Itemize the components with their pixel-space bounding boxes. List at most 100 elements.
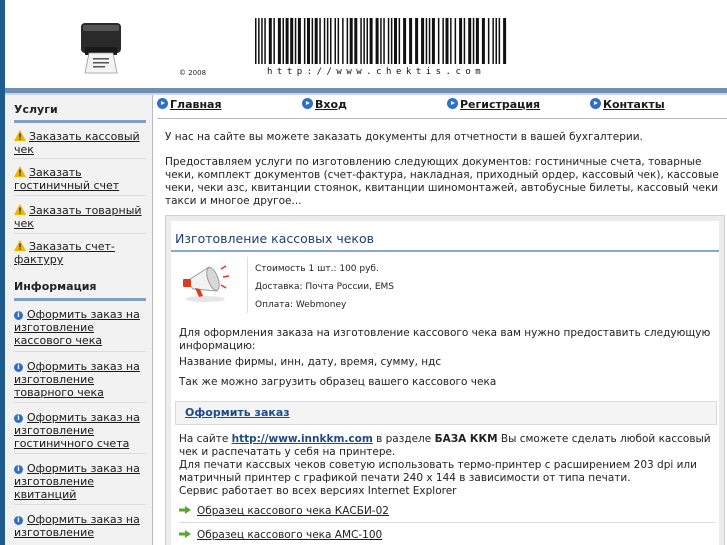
sample-divider (179, 522, 715, 523)
barcode-bar (342, 18, 344, 64)
nav-home[interactable]: Главная (157, 98, 222, 111)
barcode-bar (437, 18, 440, 64)
barcode-bar (375, 18, 379, 64)
fields-text: Название фирмы, инн, дату, время, сумму,… (179, 356, 442, 368)
sidebar-divider (14, 402, 146, 403)
site-mid: в разделе (376, 433, 432, 445)
arrow-circle-icon (302, 98, 313, 109)
sidebar-link[interactable]: Оформить заказ на изготовление квитанций (14, 462, 140, 501)
barcode-bar (282, 18, 284, 64)
sample-link[interactable]: Образец кассового чека КАСБИ-02 (197, 505, 389, 517)
barcode-bar (258, 18, 260, 64)
barcode-bar (297, 18, 301, 64)
arrow-circle-icon (447, 98, 458, 109)
barcode-bar (481, 18, 485, 64)
sidebar-link[interactable]: Заказать товарный чек (14, 204, 142, 230)
sample-link[interactable]: Образец кассового чека АМС-100 (197, 529, 382, 541)
innkkm-link[interactable]: http://www.innkkm.com (232, 433, 373, 445)
barcode-bar (255, 18, 257, 64)
sidebar-link[interactable]: Оформить заказ на изготовление кассового… (14, 308, 140, 347)
site-info-text: На сайте http://www.innkkm.com в разделе… (179, 433, 719, 459)
nav-register[interactable]: Регистрация (447, 98, 540, 111)
barcode-bar (277, 18, 281, 64)
sidebar-divider (14, 453, 146, 454)
sample-item[interactable]: Образец кассового чека АМС-100 (179, 529, 382, 541)
site-prefix: На сайте (179, 433, 229, 445)
barcode-bar (268, 18, 272, 64)
barcode-bar (425, 18, 428, 64)
product-box-inner: Изготовление кассовых чеков Стоимость 1 … (171, 221, 719, 545)
barcode-bar (369, 18, 373, 64)
browser-note-text: Сервис работает во всех версиях Internet… (179, 485, 457, 497)
nav-login[interactable]: Вход (302, 98, 347, 111)
sidebar-link[interactable]: Заказать кассовый чек (14, 130, 140, 156)
top-nav: Главная Вход Регистрация Контакты (157, 98, 727, 116)
barcode-bar (294, 18, 297, 64)
green-arrow-icon (179, 530, 191, 538)
sidebar-link[interactable]: Оформить заказ на изготовление товарного… (14, 360, 140, 399)
sidebar-link[interactable]: Оформить заказ на изготовление гостиничн… (14, 411, 140, 450)
barcode-bar (394, 18, 397, 64)
barcode-bar (398, 18, 401, 64)
sidebar-divider (14, 158, 146, 159)
sample-item[interactable]: Образец кассового чека КАСБИ-02 (179, 505, 389, 517)
info-title: Информация (14, 280, 97, 293)
sidebar-item-order-hotel-bill[interactable]: Заказать гостиничный счет (14, 166, 146, 192)
info-icon: i (14, 363, 23, 372)
sidebar-item-info-sales-receipt[interactable]: i Оформить заказ на изготовление товарног… (14, 360, 146, 399)
sidebar-divider (14, 504, 146, 505)
order-link[interactable]: Оформить заказ (185, 406, 290, 419)
sidebar-item-order-invoice[interactable]: Заказать счет-фактуру (14, 240, 146, 266)
barcode-bar (380, 18, 382, 64)
nav-register-label: Регистрация (460, 98, 541, 111)
barcode-bar (415, 18, 419, 64)
sidebar-link[interactable]: Оформить заказ на изготовление (14, 513, 140, 539)
barcode-bar (445, 18, 449, 64)
megaphone-icon (183, 265, 230, 302)
barcode-bar (290, 18, 294, 64)
barcode-bar (323, 18, 326, 64)
barcode-bar (330, 18, 332, 64)
sidebar-item-order-sales-receipt[interactable]: Заказать товарный чек (14, 204, 146, 230)
barcode-bar (463, 18, 466, 64)
delivery-text: Доставка: Почта России, EMS (255, 282, 395, 292)
barcode-bar (285, 18, 289, 64)
sidebar-divider (14, 351, 146, 352)
barcode-bar (390, 18, 393, 64)
info-icon: i (14, 465, 23, 474)
nav-contacts[interactable]: Контакты (590, 98, 665, 111)
barcode-bar (307, 18, 310, 64)
page-frame: © 2008 http://www.chektis.com Услуги Зак… (5, 0, 727, 545)
warning-icon (14, 166, 26, 177)
services-text: Предоставляем услуги по изготовлению сле… (165, 156, 719, 207)
barcode-bar (459, 18, 463, 64)
payment-text: Оплата: Webmoney (255, 300, 347, 310)
barcode-bar (303, 18, 306, 64)
sidebar-item-info-receipt[interactable]: i Оформить заказ на изготовление кассовог… (14, 308, 146, 347)
nav-login-label: Вход (315, 98, 347, 111)
barcode-bar (363, 18, 365, 64)
sidebar-item-order-receipt[interactable]: Заказать кассовый чек (14, 130, 146, 156)
sidebar-item-info-receipts[interactable]: i Оформить заказ на изготовление квитанци… (14, 462, 146, 501)
nav-home-label: Главная (170, 98, 222, 111)
sidebar-item-info-more[interactable]: i Оформить заказ на изготовление (14, 513, 146, 539)
barcode-logo (255, 18, 507, 64)
arrow-circle-icon (590, 98, 601, 109)
sidebar-item-info-hotel-bill[interactable]: i Оформить заказ на изготовление гостинич… (14, 411, 146, 450)
barcode-bar (503, 18, 507, 64)
barcode-bar (383, 18, 385, 64)
services-title-rule (14, 120, 146, 123)
sidebar-link[interactable]: Заказать счет-фактуру (14, 240, 115, 266)
warning-icon (14, 130, 26, 141)
upload-note-text: Так же можно загрузить образец вашего ка… (179, 376, 497, 388)
barcode-bar (366, 18, 368, 64)
barcode-bar (454, 18, 457, 64)
barcode-bar (487, 18, 490, 64)
copyright: © 2008 (179, 69, 207, 77)
barcode-bar (450, 18, 452, 64)
barcode-bar (314, 18, 318, 64)
barcode-bar (346, 18, 349, 64)
barcode-bar (319, 18, 321, 64)
sidebar-link[interactable]: Заказать гостиничный счет (14, 166, 119, 192)
barcode-bar (273, 18, 275, 64)
